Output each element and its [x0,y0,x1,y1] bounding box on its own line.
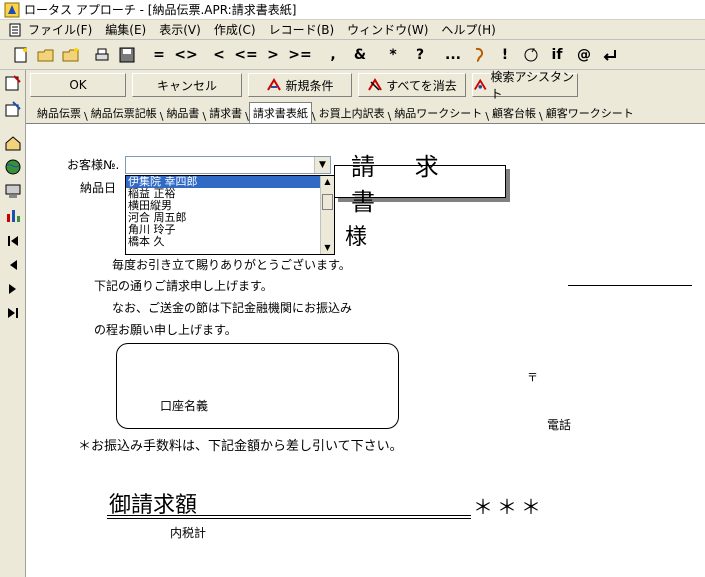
last-record-icon[interactable] [2,302,24,324]
clear-all-label: すべてを消去 [386,78,457,93]
customer-no-combobox[interactable]: ▼ [125,156,331,174]
tab-customer-ledger[interactable]: 顧客台帳 [489,105,539,123]
open-folder-icon[interactable] [35,44,57,66]
search-flashlight-icon [267,78,282,91]
operator-not-equal[interactable]: <> [174,44,198,66]
greeting-line-3: なお、ご送金の節は下記金融機関にお振込み [112,301,353,315]
menu-window[interactable]: ウィンドウ(W) [347,21,428,38]
document-icon[interactable] [8,23,22,37]
view-tabs: 納品伝票 \ 納品伝票記帳 \ 納品書 \ 請求書 \ 請求書表紙 \ お買上内訳表 \ 納… [26,100,705,124]
address-underline [568,285,692,286]
total-underline-bottom [107,518,471,519]
account-name-label: 口座名義 [160,399,209,413]
lotus-app-icon[interactable] [4,2,20,18]
window-title: ロータス アプローチ - [納品伝票.APR:請求書表紙] [24,3,297,17]
new-condition-label: 新規条件 [285,78,334,93]
tab-customer-worksheet[interactable]: 顧客ワークシート [543,105,637,123]
menu-edit[interactable]: 編集(E) [105,21,146,38]
invoice-cover-form: お客様№. 納品日 ▼ 請 求 書 様 伊集院 幸四郎 稲益 正裕 横田縦男 河… [27,125,705,577]
print-icon[interactable] [91,44,113,66]
operator-not[interactable]: ! [493,44,517,66]
list-item[interactable]: 橋本 久 [126,236,334,248]
operator-wildcard[interactable]: * [381,44,405,66]
previous-record-icon[interactable] [2,254,24,276]
tab-delivery-slip[interactable]: 納品伝票 [34,105,84,123]
title-bar: ロータス アプローチ - [納品伝票.APR:請求書表紙] [0,0,705,20]
open-file-icon[interactable] [60,44,82,66]
scroll-thumb[interactable] [322,194,333,210]
assistant-icon [474,78,487,90]
cancel-button-label: キャンセル [156,78,217,93]
invoice-title-text: 請 求 書 [351,152,455,216]
menu-file[interactable]: ファイル(F) [28,21,92,38]
tab-invoice[interactable]: 請求書 [206,105,245,123]
menu-view[interactable]: 表示(V) [159,21,201,38]
total-amount-value: ＊＊＊ [473,495,545,519]
customer-no-label: お客様№. [67,158,120,172]
next-record-icon[interactable] [2,278,24,300]
honorific-sama: 様 [345,225,368,250]
tab-invoice-cover[interactable]: 請求書表紙 [248,102,312,123]
computer-icon[interactable] [2,180,24,202]
tax-subtotal-label: 内税計 [170,526,207,540]
postal-mark: 〒 [527,371,538,384]
ok-button-label: OK [69,78,87,92]
total-underline-top [107,515,471,516]
operator-if[interactable]: if [545,44,569,66]
greeting-line-4: の程お願い申し上げます。 [94,323,237,337]
enter-icon[interactable] [599,44,621,66]
operator-single-char[interactable]: ? [408,44,432,66]
customer-dropdown-list[interactable]: 伊集院 幸四郎 稲益 正裕 横田縦男 河合 周五郎 角川 玲子 橋本 久 ▲ ▼ [125,175,335,255]
menu-record[interactable]: レコード(B) [269,21,335,38]
cancel-button[interactable]: キャンセル [132,73,242,97]
search-assistant-button[interactable]: 検索アシスタント [472,70,578,101]
menu-bar: ファイル(F) 編集(E) 表示(V) 作成(C) レコード(B) ウィンドウ(… [0,20,705,40]
tab-delivery-worksheet[interactable]: 納品ワークシート [391,105,485,123]
operator-equals[interactable]: = [147,44,171,66]
operator-or[interactable]: , [321,44,345,66]
operator-greater-equal[interactable]: >= [288,44,312,66]
delivery-date-label: 納品日 [80,181,117,195]
clear-all-button[interactable]: すべてを消去 [358,73,466,97]
menu-create[interactable]: 作成(C) [214,21,256,38]
operator-range[interactable]: ... [441,44,465,66]
globe-icon[interactable] [2,156,24,178]
save-icon[interactable] [116,44,138,66]
invoice-title: 請 求 書 [334,153,506,216]
scroll-up-icon[interactable]: ▲ [321,176,334,188]
chart-icon[interactable] [2,204,24,226]
browse-mode-icon[interactable] [2,72,24,94]
first-record-icon[interactable] [2,230,24,252]
dropdown-scrollbar[interactable]: ▲ ▼ [320,176,334,254]
operator-greater[interactable]: > [261,44,285,66]
home-icon[interactable] [2,132,24,154]
scroll-down-icon[interactable]: ▼ [321,242,334,254]
refresh-icon[interactable] [520,44,542,66]
operator-and[interactable]: & [348,44,372,66]
tab-delivery-slip-ledger[interactable]: 納品伝票記帳 [88,105,160,123]
command-bar: OK キャンセル 新規条件 すべてを消去 検索アシスタント [26,70,705,101]
ok-button[interactable]: OK [30,73,126,97]
operator-less-equal[interactable]: <= [234,44,258,66]
bank-info-box: 口座名義 [116,343,399,429]
chevron-down-icon[interactable]: ▼ [314,157,330,173]
toolbar: = <> < <= > >= , & * ? ... ! if @ [0,40,705,70]
search-assistant-label: 検索アシスタント [490,70,575,101]
operator-less[interactable]: < [207,44,231,66]
operator-at[interactable]: @ [572,44,596,66]
greeting-line-1: 毎度お引き立て賜りありがとうございます。 [112,258,351,272]
left-toolbar [0,70,26,577]
new-condition-button[interactable]: 新規条件 [248,73,352,97]
transfer-fee-note: ＊お振込み手数料は、下記金額から差し引いて下さい。 [78,439,403,454]
greeting-line-2: 下記の通りご請求申し上げます。 [94,279,273,293]
sounds-like-icon[interactable] [468,44,490,66]
new-file-icon[interactable] [10,44,32,66]
design-mode-icon[interactable] [2,98,24,120]
clear-search-icon [368,78,383,91]
menu-help[interactable]: ヘルプ(H) [441,21,495,38]
tab-delivery-note[interactable]: 納品書 [163,105,202,123]
tab-purchase-breakdown[interactable]: お買上内訳表 [316,105,388,123]
phone-label: 電話 [547,418,572,432]
